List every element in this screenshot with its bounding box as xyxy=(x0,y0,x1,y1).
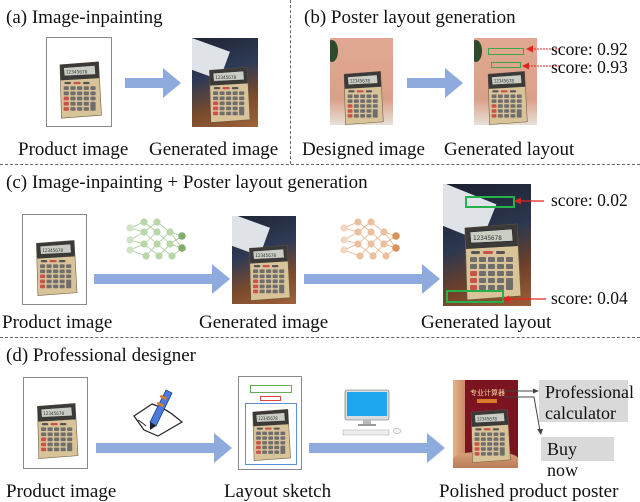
divider-a-b xyxy=(290,0,291,164)
poster-label-buy-now: Buy now xyxy=(541,437,614,480)
layout-box xyxy=(446,290,504,303)
arrow-icon xyxy=(309,433,445,463)
caption-product-image: Product image xyxy=(6,481,117,502)
calculator-image xyxy=(252,409,291,461)
sketch-product-box xyxy=(245,403,297,465)
sketch-subtitle-box xyxy=(260,396,281,401)
panel-b-title: (b) Poster layout generation xyxy=(304,7,516,28)
caption-designed-image: Designed image xyxy=(302,139,425,160)
arrow-icon xyxy=(94,264,230,294)
generated-image xyxy=(192,38,258,127)
layout-box xyxy=(465,196,515,208)
panel-a-title: (a) Image-inpainting xyxy=(6,7,163,28)
caption-polished-poster: Polished product poster xyxy=(439,481,619,502)
calculator-image xyxy=(209,67,251,123)
calculator-image xyxy=(249,245,291,301)
pointer-arrow-icon xyxy=(514,197,544,205)
score-label: score: 0.92 xyxy=(551,39,628,59)
calculator-image xyxy=(36,240,78,296)
divider-c-d xyxy=(0,337,640,338)
caption-generated-image: Generated image xyxy=(199,312,329,333)
poster-headline: 专业计算器 xyxy=(470,389,505,397)
product-image-frame xyxy=(46,37,112,127)
calculator-image xyxy=(487,71,528,125)
product-image-frame xyxy=(23,377,88,469)
score-label: score: 0.04 xyxy=(551,288,628,308)
neural-network-icon xyxy=(126,218,186,260)
designed-image xyxy=(330,38,393,125)
caption-product-image: Product image xyxy=(18,139,129,160)
arrow-icon xyxy=(407,68,463,98)
product-image-frame xyxy=(22,214,87,305)
sketch-title-box xyxy=(250,385,292,393)
arrow-icon xyxy=(96,433,232,463)
panel-c-title: (c) Image-inpainting + Poster layout gen… xyxy=(6,172,368,193)
layout-box xyxy=(491,62,521,68)
score-label: score: 0.02 xyxy=(551,190,628,210)
caption-generated-layout: Generated layout xyxy=(421,312,552,333)
calculator-image xyxy=(37,403,79,459)
neural-network-icon xyxy=(340,218,400,260)
generated-image xyxy=(232,216,296,304)
caption-generated-layout: Generated layout xyxy=(444,139,575,160)
layout-box xyxy=(488,48,524,55)
score-label: score: 0.93 xyxy=(551,57,628,77)
caption-generated-image: Generated image xyxy=(149,139,279,160)
caption-product-image: Product image xyxy=(2,312,113,333)
pointer-arrow-icon xyxy=(502,295,546,303)
caption-layout-sketch: Layout sketch xyxy=(224,481,332,502)
panel-d-title: (d) Professional designer xyxy=(6,345,196,366)
calculator-image xyxy=(59,61,102,119)
arrow-icon xyxy=(304,264,440,294)
poster-label-professional-calculator: Professional calculator xyxy=(539,380,634,423)
layout-sketch xyxy=(238,376,302,470)
calculator-image xyxy=(343,71,384,125)
poster-button xyxy=(477,399,497,403)
divider-ab-c xyxy=(0,164,640,165)
arrow-icon xyxy=(125,68,181,98)
